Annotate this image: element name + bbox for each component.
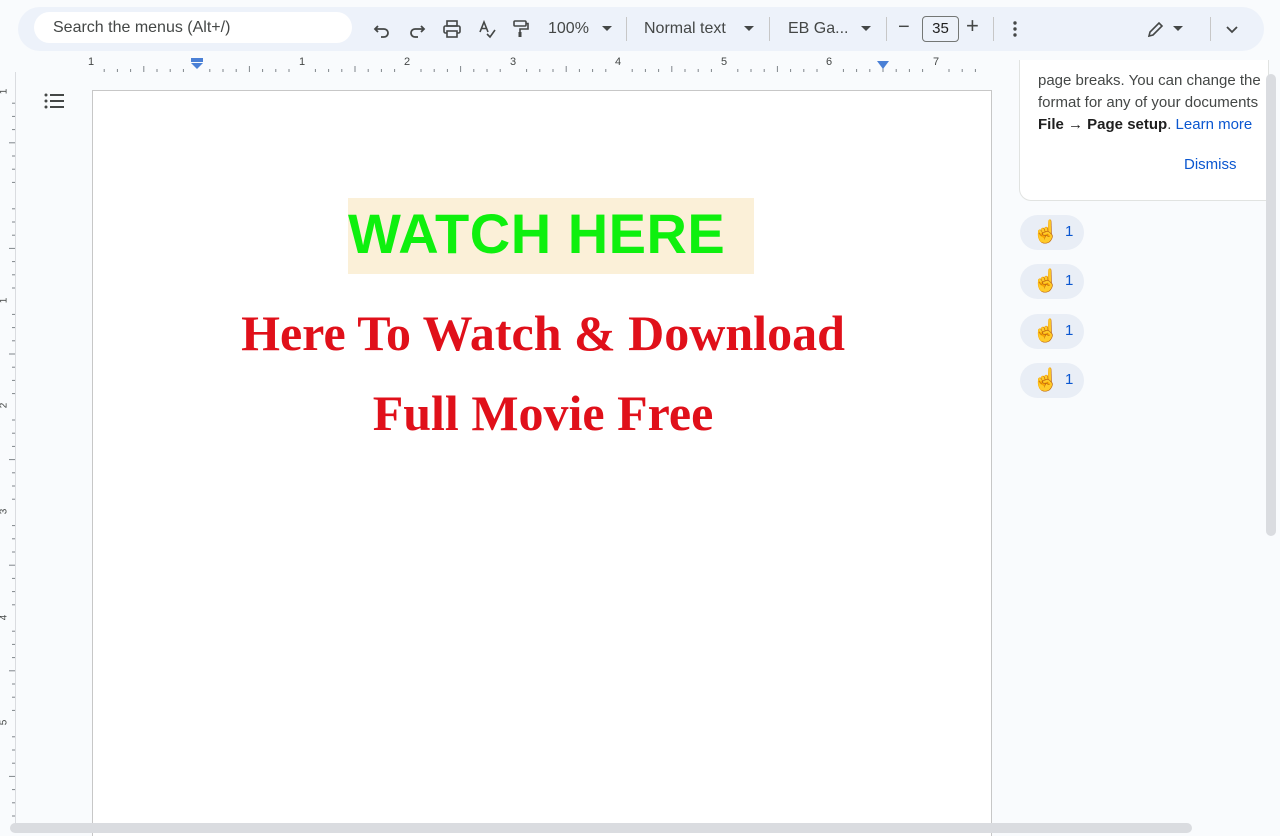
print-icon[interactable] xyxy=(438,15,466,43)
toolbar: 100% Normal text EB Ga... − 35 + xyxy=(18,7,1264,51)
font-size-input[interactable]: 35 xyxy=(922,16,959,42)
document-heading-line1: Here To Watch & Download xyxy=(241,305,845,361)
toolbar-divider xyxy=(626,17,627,41)
ruler-number: 5 xyxy=(721,56,728,68)
paragraph-style-select[interactable]: Normal text xyxy=(644,19,726,39)
ruler-number: 7 xyxy=(933,56,940,68)
pointing-up-emoji-icon: ☝️ xyxy=(1032,367,1060,392)
increase-font-size-button[interactable]: + xyxy=(966,15,979,37)
pointing-up-emoji-icon: ☝️ xyxy=(1032,268,1060,293)
emoji-reaction-chip[interactable]: ☝️ 1 xyxy=(1020,264,1084,299)
ruler-number: 2 xyxy=(0,403,9,409)
pageless-format-notice: page breaks. You can change the format f… xyxy=(1019,60,1269,201)
collapse-chevron-icon[interactable] xyxy=(1218,15,1246,43)
ruler-number: 5 xyxy=(0,720,9,726)
reaction-count: 1 xyxy=(1065,371,1074,388)
horizontal-ruler[interactable]: 1 1 2 3 4 5 6 7 xyxy=(16,56,990,72)
more-options-icon[interactable] xyxy=(1001,15,1029,43)
pointing-up-emoji-icon: ☝️ xyxy=(1032,219,1060,244)
watch-here-link[interactable]: WATCH HERE xyxy=(348,198,754,274)
ruler-number: 4 xyxy=(0,615,9,621)
ruler-number: 2 xyxy=(404,56,411,68)
notice-line2: format for any of your documents xyxy=(1038,94,1259,111)
right-indent-marker[interactable] xyxy=(876,61,890,70)
left-indent-marker[interactable] xyxy=(190,58,204,70)
undo-icon[interactable] xyxy=(368,15,396,43)
learn-more-link[interactable]: Learn more xyxy=(1176,116,1253,133)
emoji-reaction-chip[interactable]: ☝️ 1 xyxy=(1020,215,1084,250)
ruler-number: 4 xyxy=(615,56,622,68)
font-dropdown-icon[interactable] xyxy=(861,26,871,31)
style-dropdown-icon[interactable] xyxy=(744,26,754,31)
document-heading-line2: Full Movie Free xyxy=(372,385,714,441)
reaction-count: 1 xyxy=(1065,223,1074,240)
paint-format-icon[interactable] xyxy=(506,15,534,43)
vertical-ruler[interactable]: 1 1 2 3 4 5 xyxy=(0,72,16,832)
reaction-count: 1 xyxy=(1065,322,1074,339)
google-docs-window: 100% Normal text EB Ga... − 35 + 1 1 2 3… xyxy=(0,0,1280,836)
ruler-number: 1 xyxy=(88,56,95,68)
notice-text: page breaks. You can change the format f… xyxy=(1038,70,1270,136)
notice-menu-path: File → Page setup xyxy=(1038,116,1168,133)
zoom-select[interactable]: 100% xyxy=(548,19,589,39)
notice-punctuation: . xyxy=(1167,116,1176,133)
toolbar-divider xyxy=(1210,17,1211,41)
redo-icon[interactable] xyxy=(403,15,431,43)
dismiss-button[interactable]: Dismiss xyxy=(1184,156,1237,173)
editing-mode-dropdown-icon[interactable] xyxy=(1173,26,1183,31)
ruler-number: 6 xyxy=(826,56,833,68)
toolbar-divider xyxy=(769,17,770,41)
document-page[interactable]: WATCH HERE Here To Watch & Download Full… xyxy=(92,90,992,836)
editing-mode-pencil-icon[interactable] xyxy=(1142,15,1170,43)
pointing-up-emoji-icon: ☝️ xyxy=(1032,318,1060,343)
toolbar-divider xyxy=(886,17,887,41)
search-menus-input[interactable] xyxy=(34,12,352,43)
reaction-count: 1 xyxy=(1065,272,1074,289)
spellcheck-icon[interactable] xyxy=(473,15,501,43)
watch-here-highlight[interactable]: WATCH HERE xyxy=(348,198,754,274)
emoji-reaction-chip[interactable]: ☝️ 1 xyxy=(1020,363,1084,398)
document-outline-icon[interactable] xyxy=(42,89,66,113)
font-family-select[interactable]: EB Ga... xyxy=(788,19,848,39)
horizontal-scrollbar[interactable] xyxy=(10,823,1192,833)
toolbar-divider xyxy=(993,17,994,41)
ruler-number: 1 xyxy=(299,56,306,68)
ruler-number: 3 xyxy=(510,56,517,68)
zoom-dropdown-icon[interactable] xyxy=(602,26,612,31)
notice-line1: page breaks. You can change the xyxy=(1038,72,1261,89)
vertical-scrollbar[interactable] xyxy=(1266,74,1276,536)
decrease-font-size-button[interactable]: − xyxy=(898,17,910,37)
ruler-number: 3 xyxy=(0,509,9,515)
ruler-number: 1 xyxy=(0,89,9,95)
emoji-reaction-chip[interactable]: ☝️ 1 xyxy=(1020,314,1084,349)
ruler-number: 1 xyxy=(0,298,9,304)
notice-line3: File → Page setup. Learn more xyxy=(1038,114,1270,136)
